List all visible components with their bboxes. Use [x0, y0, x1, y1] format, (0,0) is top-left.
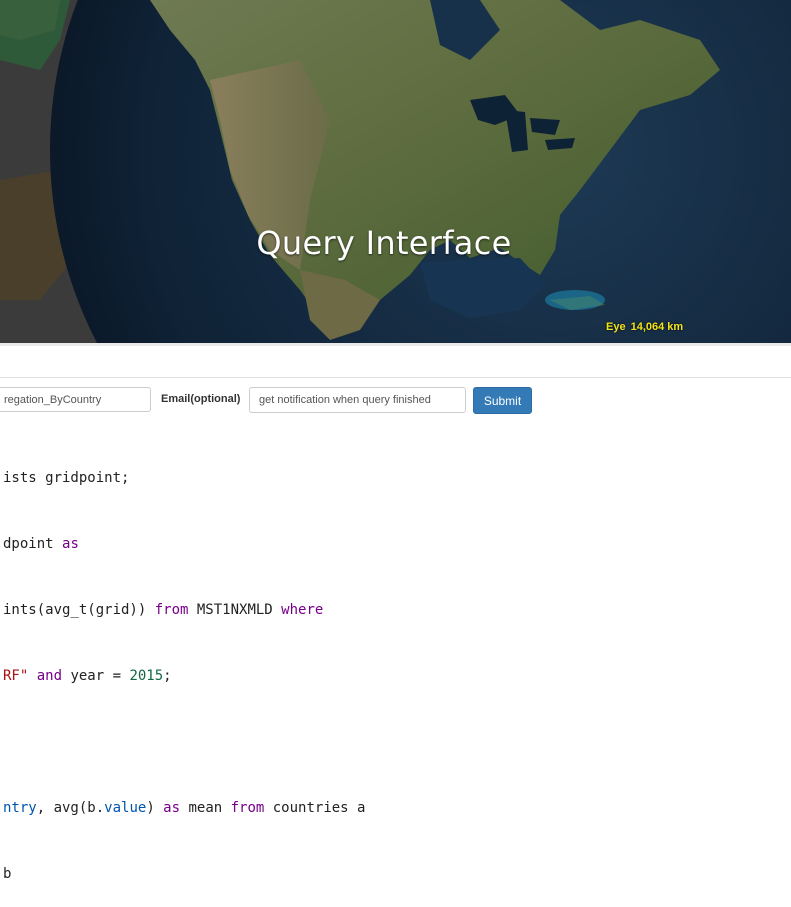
code-line-4: RF" and year = 2015;: [3, 668, 172, 684]
query-form-row: Email(optional) Submit: [0, 387, 791, 414]
code-line-6: ntry, avg(b.value) as mean from countrie…: [3, 800, 366, 816]
globe-satellite-image: [0, 0, 791, 343]
globe-map-view[interactable]: Query Interface Eye 14,064 km: [0, 0, 791, 343]
eye-altitude-readout: Eye 14,064 km: [606, 321, 683, 333]
hero-title: Query Interface: [256, 224, 512, 262]
hero-divider: [0, 343, 791, 346]
panel-divider: [0, 377, 791, 378]
code-line-7: b: [3, 866, 12, 882]
code-line-2: dpoint as: [3, 536, 79, 552]
query-code-editor[interactable]: ists gridpoint; dpoint as ints(avg_t(gri…: [3, 423, 365, 907]
eye-altitude-value: 14,064 km: [630, 321, 684, 333]
email-label: Email(optional): [161, 393, 241, 405]
email-field[interactable]: [249, 387, 466, 413]
eye-label-text: Eye: [606, 321, 626, 333]
submit-button[interactable]: Submit: [473, 387, 532, 414]
code-line-1: ists gridpoint;: [3, 470, 130, 486]
code-line-3: ints(avg_t(grid)) from MST1NXMLD where: [3, 602, 324, 618]
query-name-input[interactable]: [0, 387, 151, 412]
